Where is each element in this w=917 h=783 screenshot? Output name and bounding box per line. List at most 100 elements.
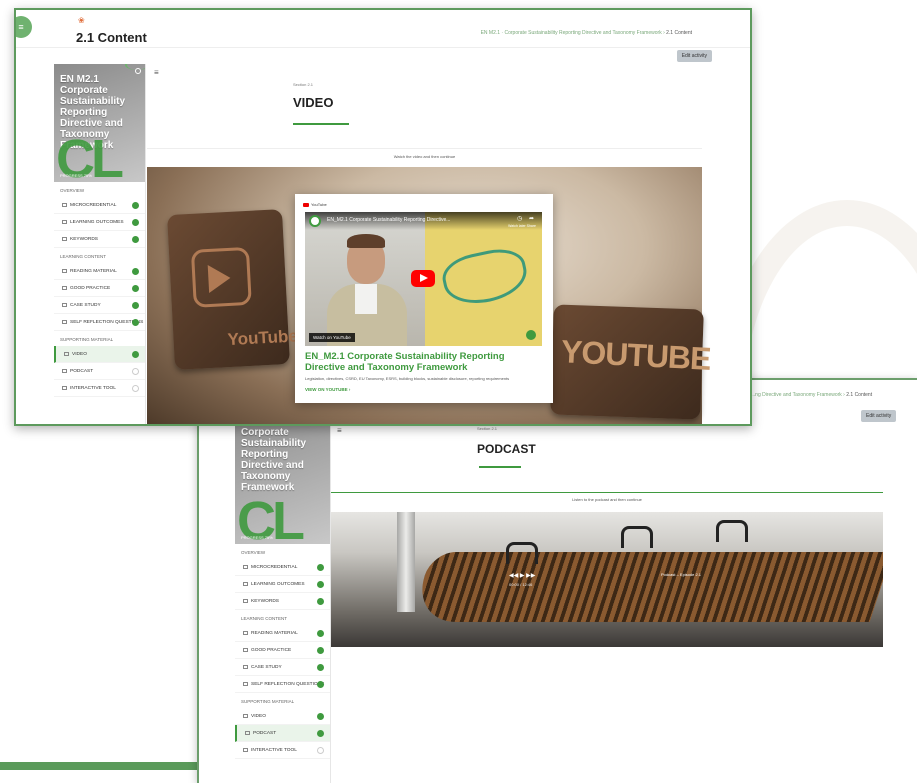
divider (331, 492, 883, 493)
nav-section-heading[interactable]: OVERVIEW (54, 182, 145, 197)
breadcrumb: ...ng Directive and Taxonomy Framework ›… (751, 392, 873, 398)
page-icon (62, 303, 67, 307)
nav-item-label: READING MATERIAL (251, 631, 298, 636)
completed-check-icon (132, 319, 139, 326)
nav-item-learning-outcomes[interactable]: LEARNING OUTCOMES (54, 214, 145, 231)
video-card-title[interactable]: EN_M2.1 Corporate Sustainability Reporti… (305, 351, 545, 373)
nav-section-heading[interactable]: LEARNING CONTENT (235, 610, 330, 625)
page-icon (62, 286, 67, 290)
info-icon[interactable] (526, 330, 536, 340)
breadcrumb-link[interactable]: EN M2.1 · Corporate Sustainability Repor… (481, 30, 662, 36)
completed-check-icon (132, 219, 139, 226)
grid-icon[interactable]: ≡ (16, 16, 32, 38)
video-title-text[interactable]: EN_M2.1 Corporate Sustainability Reporti… (327, 217, 450, 223)
nav-item-microcredential[interactable]: MICROCREDENTIAL (235, 559, 330, 576)
video-card-description: Legislation, directives, CSRD, EU Taxono… (305, 376, 510, 381)
page-heading: VIDEO (293, 95, 334, 110)
course-sidebar: EN M2.1 Corporate Sustainability Reporti… (235, 406, 331, 783)
nav-item-case-study[interactable]: CASE STUDY (54, 297, 145, 314)
nav-item-label: KEYWORDS (251, 599, 279, 604)
breadcrumb-current: 2.1 Content (666, 30, 692, 36)
presenter-image (305, 212, 425, 346)
nav-item-learning-outcomes[interactable]: LEARNING OUTCOMES (235, 576, 330, 593)
nav-item-good-practice[interactable]: GOOD PRACTICE (54, 280, 145, 297)
completed-check-icon (132, 351, 139, 358)
clock-share-icon[interactable]: ◷ ➦ (517, 215, 534, 222)
video-thumbnail[interactable]: EN_M2.1 Corporate Sustainability Reporti… (305, 212, 542, 346)
youtube-brand-label: YouTube (311, 202, 327, 207)
content-area (331, 647, 883, 783)
course-hero: EN M2.1 Corporate Sustainability Reporti… (235, 406, 330, 544)
incomplete-circle-icon (317, 747, 324, 754)
top-labels: Watch later Share (508, 224, 536, 228)
bench-armrest (716, 520, 748, 542)
course-title: EN M2.1 Corporate Sustainability Reporti… (241, 416, 307, 493)
nav-section-heading[interactable]: SUPPORTING MATERIAL (54, 331, 145, 346)
composite-screenshot: ...ng Directive and Taxonomy Framework ›… (0, 0, 917, 783)
nav-item-label: MICROCREDENTIAL (251, 565, 298, 570)
completed-check-icon (317, 730, 324, 737)
view-on-youtube-link[interactable]: VIEW ON YOUTUBE › (305, 387, 350, 392)
nav-item-label: GOOD PRACTICE (70, 286, 111, 291)
nav-item-label: LEARNING OUTCOMES (70, 220, 124, 225)
video-title-bar: EN_M2.1 Corporate Sustainability Reporti… (305, 212, 542, 230)
nav-item-reading-material[interactable]: READING MATERIAL (54, 263, 145, 280)
nav-item-podcast[interactable]: PODCAST (54, 363, 145, 380)
page-icon (243, 599, 248, 603)
nav-item-keywords[interactable]: KEYWORDS (235, 593, 330, 610)
course-hero: EN M2.1 Corporate Sustainability Reporti… (54, 64, 145, 182)
completed-check-icon (132, 268, 139, 275)
nav-item-label: VIDEO (72, 352, 87, 357)
page-header: ≡ ❀ 2.1 Content EN M2.1 · Corporate Sust… (16, 10, 750, 48)
nav-item-interactive-tool[interactable]: INTERACTIVE TOOL (235, 742, 330, 759)
nav-item-podcast[interactable]: PODCAST (235, 725, 330, 742)
divider (147, 148, 702, 149)
nav-item-self-reflection-questions[interactable]: SELF REFLECTION QUESTIONS (54, 314, 145, 331)
podcast-player[interactable]: ◀◀ ▶ ▶▶ 00:00 / 12:46 Podcast – Episode … (331, 512, 883, 647)
page-icon (62, 386, 67, 390)
course-nav: OVERVIEW MICROCREDENTIAL LEARNING OUTCOMES… (54, 182, 145, 397)
nav-item-good-practice[interactable]: GOOD PRACTICE (235, 642, 330, 659)
nav-section-heading[interactable]: OVERVIEW (235, 544, 330, 559)
nav-item-label: LEARNING OUTCOMES (251, 582, 305, 587)
player-controls[interactable]: ◀◀ ▶ ▶▶ (509, 572, 535, 579)
channel-avatar[interactable] (309, 215, 321, 227)
nav-item-video[interactable]: VIDEO (235, 708, 330, 725)
nav-item-self-reflection-questions[interactable]: SELF REFLECTION QUESTIONS (235, 676, 330, 693)
bench-image (409, 552, 883, 622)
nav-item-keywords[interactable]: KEYWORDS (54, 231, 145, 248)
edit-activity-button[interactable]: Edit activity (861, 410, 897, 422)
post-decor (397, 512, 415, 612)
breadcrumb-current: 2.1 Content (846, 392, 873, 398)
breadcrumb-link[interactable]: ...ng Directive and Taxonomy Framework (751, 392, 842, 398)
nav-item-label: PODCAST (70, 369, 94, 374)
edit-activity-button[interactable]: Edit activity (676, 50, 712, 62)
nav-item-interactive-tool[interactable]: INTERACTIVE TOOL (54, 380, 145, 397)
nav-item-case-study[interactable]: CASE STUDY (235, 659, 330, 676)
page-icon (62, 369, 67, 373)
watch-on-youtube-button[interactable]: Watch on YouTube (309, 333, 355, 342)
play-button-icon[interactable] (411, 270, 435, 287)
completed-check-icon (132, 236, 139, 243)
nav-section-heading[interactable]: SUPPORTING MATERIAL (235, 693, 330, 708)
nav-item-reading-material[interactable]: READING MATERIAL (235, 625, 330, 642)
player-title: Podcast – Episode 2.1 (661, 572, 702, 577)
completed-check-icon (317, 647, 324, 654)
heading-underline (479, 466, 521, 468)
leaf-logo-icon: ❀ (78, 16, 85, 25)
nav-section-heading[interactable]: LEARNING CONTENT (54, 248, 145, 263)
nav-item-video[interactable]: VIDEO (54, 346, 145, 363)
podcast-window: ...ng Directive and Taxonomy Framework ›… (197, 378, 917, 783)
nav-item-microcredential[interactable]: MICROCREDENTIAL (54, 197, 145, 214)
completed-check-icon (317, 713, 324, 720)
completed-check-icon (317, 630, 324, 637)
menu-icon[interactable]: ≡ (337, 426, 342, 435)
nav-item-label: CASE STUDY (251, 665, 282, 670)
page-icon (243, 748, 248, 752)
page-icon (245, 731, 250, 735)
page-icon (62, 220, 67, 224)
completed-check-icon (317, 598, 324, 605)
completed-check-icon (317, 664, 324, 671)
heading-underline (293, 123, 349, 125)
completed-check-icon (132, 285, 139, 292)
